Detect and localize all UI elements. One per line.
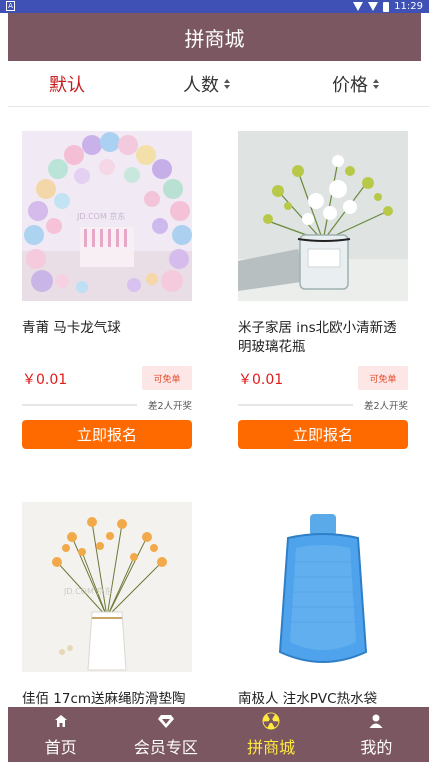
signal-icon xyxy=(368,2,379,11)
ceramic-vase-flowers-image[interactable]: JD.COM 京东 xyxy=(22,502,192,672)
sort-default-button[interactable]: 默认 xyxy=(49,61,85,107)
sort-people-button[interactable]: 人数 xyxy=(183,61,230,107)
price-row: ￥0.01 可免单 xyxy=(22,366,192,390)
wifi-icon xyxy=(353,2,364,11)
sort-arrows-icon xyxy=(224,79,230,89)
free-order-badge: 可免单 xyxy=(142,366,192,390)
status-right: 11:29 xyxy=(353,0,423,13)
tab-member-zone[interactable]: 会员专区 xyxy=(113,707,218,762)
sort-bar: 默认 人数 价格 xyxy=(8,61,429,107)
sort-people-label: 人数 xyxy=(183,75,219,96)
remaining-people-text: 差2人开奖 xyxy=(147,401,192,412)
join-now-button[interactable]: 立即报名 xyxy=(22,420,192,449)
tab-home[interactable]: 首页 xyxy=(8,707,113,762)
radiation-icon xyxy=(262,712,280,730)
tab-mine-label: 我的 xyxy=(360,737,393,757)
price-row: ￥0.01 可免单 xyxy=(238,366,408,390)
product-name: 青莆 马卡龙气球 xyxy=(22,320,121,336)
bottom-tab-bar: 首页 会员专区 拼商城 我的 xyxy=(8,707,429,762)
svg-text:JD.COM 京东: JD.COM 京东 xyxy=(63,586,112,596)
page-title: 拼商城 xyxy=(184,26,245,51)
svg-text:JD.COM 京东: JD.COM 京东 xyxy=(76,211,125,221)
balloon-arch-image[interactable]: JD.COM 京东 xyxy=(22,131,192,301)
group-progress-bar xyxy=(238,404,353,406)
notification-icon: A xyxy=(6,1,15,11)
status-bar: A 11:29 xyxy=(0,0,429,13)
product-name: 米子家居 ins北欧小清新透明玻璃花瓶 xyxy=(238,320,397,355)
product-name: 佳佰 17cm送麻绳防滑垫陶 xyxy=(22,691,186,707)
product-price: ￥0.01 xyxy=(238,372,284,388)
hot-water-bag-image[interactable] xyxy=(238,502,408,672)
product-card[interactable]: JD.COM 京东 佳佰 17cm送麻绳防滑垫陶 xyxy=(22,502,192,707)
tab-group-mall-label: 拼商城 xyxy=(247,737,296,757)
product-card[interactable]: 南极人 注水PVC热水袋 xyxy=(238,502,408,707)
sort-default-label: 默认 xyxy=(49,75,85,96)
product-price: ￥0.01 xyxy=(22,372,68,388)
app-header: 拼商城 xyxy=(8,13,421,61)
battery-icon xyxy=(383,1,390,12)
join-now-button[interactable]: 立即报名 xyxy=(238,420,408,449)
product-name: 南极人 注水PVC热水袋 xyxy=(238,691,378,707)
progress-row: 差2人开奖 xyxy=(22,398,192,412)
tab-group-mall[interactable]: 拼商城 xyxy=(219,707,324,762)
product-card[interactable]: 米子家居 ins北欧小清新透明玻璃花瓶 ￥0.01 可免单 差2人开奖 立即报名 xyxy=(238,131,408,449)
diamond-icon xyxy=(157,712,175,730)
group-progress-bar xyxy=(22,404,137,406)
remaining-people-text: 差2人开奖 xyxy=(363,401,408,412)
progress-row: 差2人开奖 xyxy=(238,398,408,412)
tab-member-zone-label: 会员专区 xyxy=(133,737,198,757)
sort-arrows-icon xyxy=(373,79,379,89)
sort-price-button[interactable]: 价格 xyxy=(332,61,379,107)
free-order-badge: 可免单 xyxy=(358,366,408,390)
sort-price-label: 价格 xyxy=(332,75,368,96)
product-card[interactable]: JD.COM 京东 青莆 马卡龙气球 ￥0.01 可免单 差2人开奖 立即报名 xyxy=(22,131,192,449)
user-icon xyxy=(368,712,384,730)
tab-home-label: 首页 xyxy=(44,737,77,757)
tab-mine[interactable]: 我的 xyxy=(324,707,429,762)
product-grid: JD.COM 京东 青莆 马卡龙气球 ￥0.01 可免单 差2人开奖 立即报名 xyxy=(0,107,429,707)
glass-vase-flowers-image[interactable] xyxy=(238,131,408,301)
status-time: 11:29 xyxy=(394,1,423,12)
home-icon xyxy=(53,712,69,730)
